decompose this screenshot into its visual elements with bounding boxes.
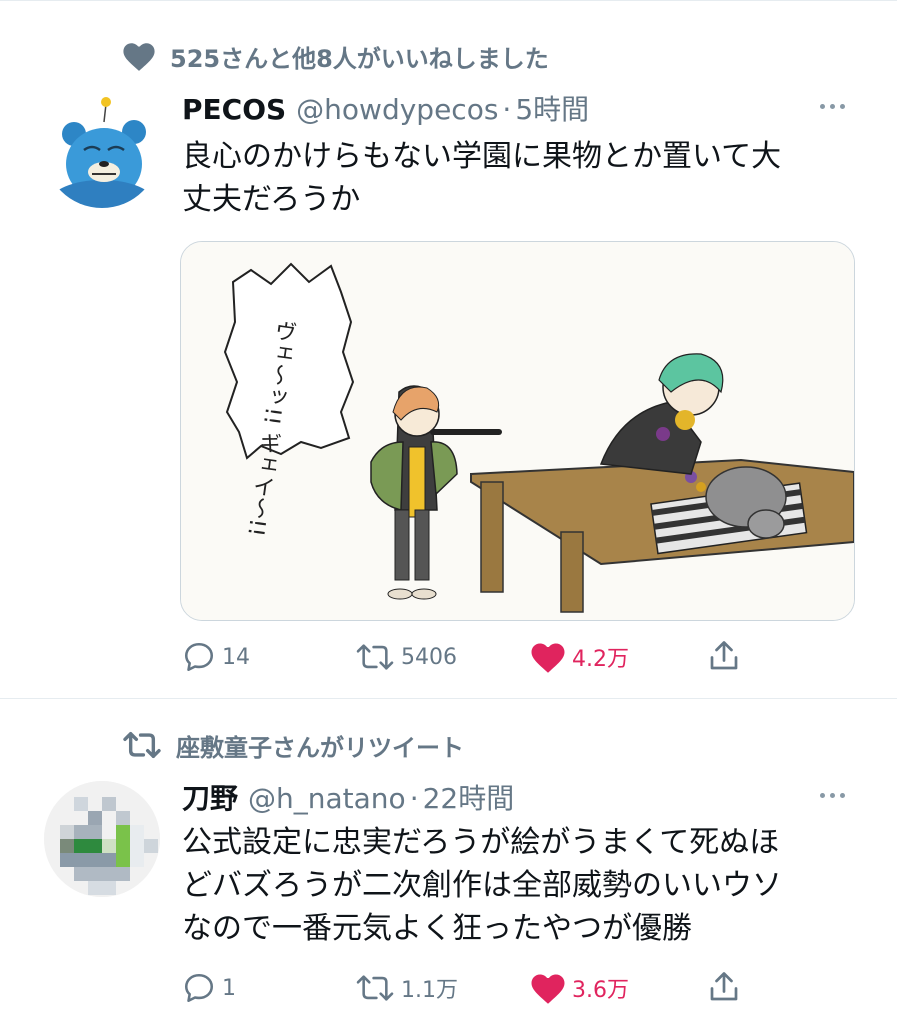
- social-context: 座敷童子さんがリツイート: [122, 725, 464, 765]
- display-name[interactable]: 刀野: [182, 777, 238, 817]
- reply-button[interactable]: 1: [182, 971, 236, 1005]
- handle[interactable]: @howdypecos: [296, 93, 498, 126]
- retweet-icon: [356, 644, 394, 670]
- retweet-button[interactable]: 5406: [355, 640, 457, 674]
- more-options-icon[interactable]: [820, 793, 845, 798]
- tweet-header: PECOS @howdypecos · 5時間: [182, 88, 589, 128]
- separator: ·: [409, 782, 419, 815]
- reply-count: 14: [222, 644, 250, 670]
- social-context-text[interactable]: 座敷童子さんがリツイート: [176, 728, 464, 763]
- share-button[interactable]: [706, 969, 742, 1005]
- like-count: 3.6万: [572, 978, 629, 1003]
- handle[interactable]: @h_natano: [248, 782, 406, 815]
- avatar[interactable]: [44, 92, 160, 208]
- retweet-count: 5406: [401, 644, 457, 670]
- tweet-text: 良心のかけらもない学園に果物とか置いて大 丈夫だろうか: [182, 139, 782, 217]
- more-options-icon[interactable]: [820, 104, 845, 109]
- tweet-header: 刀野 @h_natano · 22時間: [182, 777, 514, 817]
- like-button[interactable]: 3.6万: [530, 971, 629, 1005]
- tweet[interactable]: 525さんと他8人がいいねしました PECOS @howdypecos · 5時…: [0, 0, 897, 698]
- retweet-button[interactable]: 1.1万: [355, 971, 458, 1005]
- reply-icon: [184, 973, 214, 1003]
- heart-filled-icon: [531, 643, 565, 673]
- social-context-text[interactable]: 525さんと他8人がいいねしました: [170, 39, 549, 74]
- separator: ·: [502, 93, 512, 126]
- tweet-text: 公式設定に忠実だろうが絵がうまくて死ぬほ どバズろうが二次創作は全部威勢のいいウ…: [182, 825, 782, 946]
- tweet-image[interactable]: ヴェ〜ッ!! ギェイ〜!!: [180, 241, 855, 621]
- reply-count: 1: [222, 975, 236, 1001]
- heart-icon: [123, 43, 155, 71]
- social-context: 525さんと他8人がいいねしました: [122, 36, 549, 76]
- share-icon: [710, 641, 738, 670]
- timestamp[interactable]: 5時間: [515, 88, 589, 128]
- like-count: 4.2万: [572, 647, 629, 672]
- share-icon: [710, 972, 738, 1001]
- heart-filled-icon: [531, 974, 565, 1004]
- retweet-icon: [123, 731, 161, 759]
- timestamp[interactable]: 22時間: [423, 777, 515, 817]
- retweet-icon: [356, 975, 394, 1001]
- display-name[interactable]: PECOS: [182, 93, 286, 126]
- tweet[interactable]: 座敷童子さんがリツイート 刀野 @h_natano · 22時間 公式設定に忠実…: [0, 699, 897, 1024]
- like-button[interactable]: 4.2万: [530, 640, 629, 674]
- retweet-count: 1.1万: [401, 978, 458, 1003]
- illustration: ヴェ〜ッ!! ギェイ〜!!: [181, 242, 854, 620]
- share-button[interactable]: [706, 638, 742, 674]
- reply-icon: [184, 642, 214, 672]
- avatar[interactable]: [44, 781, 160, 897]
- reply-button[interactable]: 14: [182, 640, 250, 674]
